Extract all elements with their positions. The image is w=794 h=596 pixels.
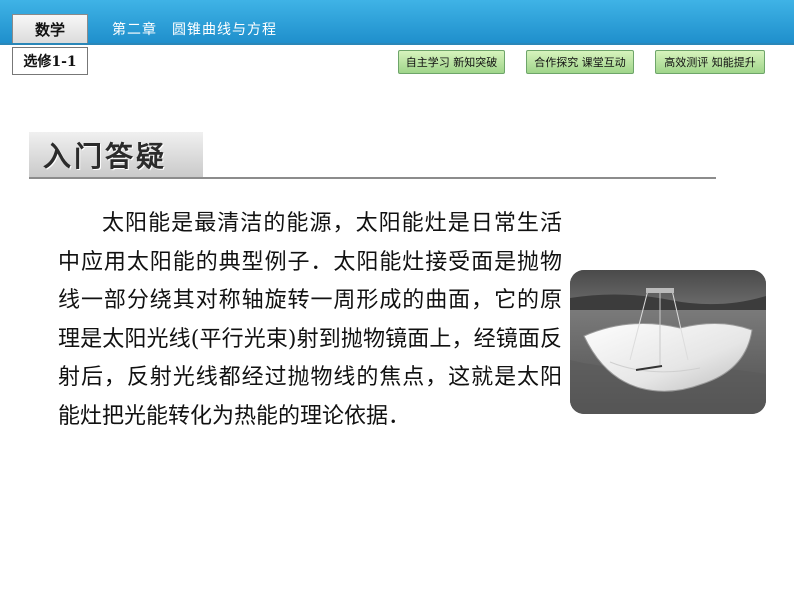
nav-button-assessment[interactable]: 高效测评 知能提升: [655, 50, 765, 74]
nav-button-cooperative-inquiry[interactable]: 合作探究 课堂互动: [526, 50, 634, 74]
body-paragraph: 太阳能是最清洁的能源，太阳能灶是日常生活中应用太阳能的典型例子．太阳能灶接受面是…: [58, 211, 562, 429]
solar-cooker-photo: [570, 270, 766, 414]
module-label: 选修1-1: [12, 47, 88, 75]
section-heading: 入门答疑: [29, 132, 203, 178]
solar-cooker-illustration: [570, 270, 766, 414]
subject-label: 数学: [12, 14, 88, 43]
nav-button-self-study[interactable]: 自主学习 新知突破: [398, 50, 505, 74]
section-divider: [29, 177, 716, 179]
chapter-title: 第二章 圆锥曲线与方程: [112, 22, 277, 38]
header-divider: [0, 43, 794, 45]
